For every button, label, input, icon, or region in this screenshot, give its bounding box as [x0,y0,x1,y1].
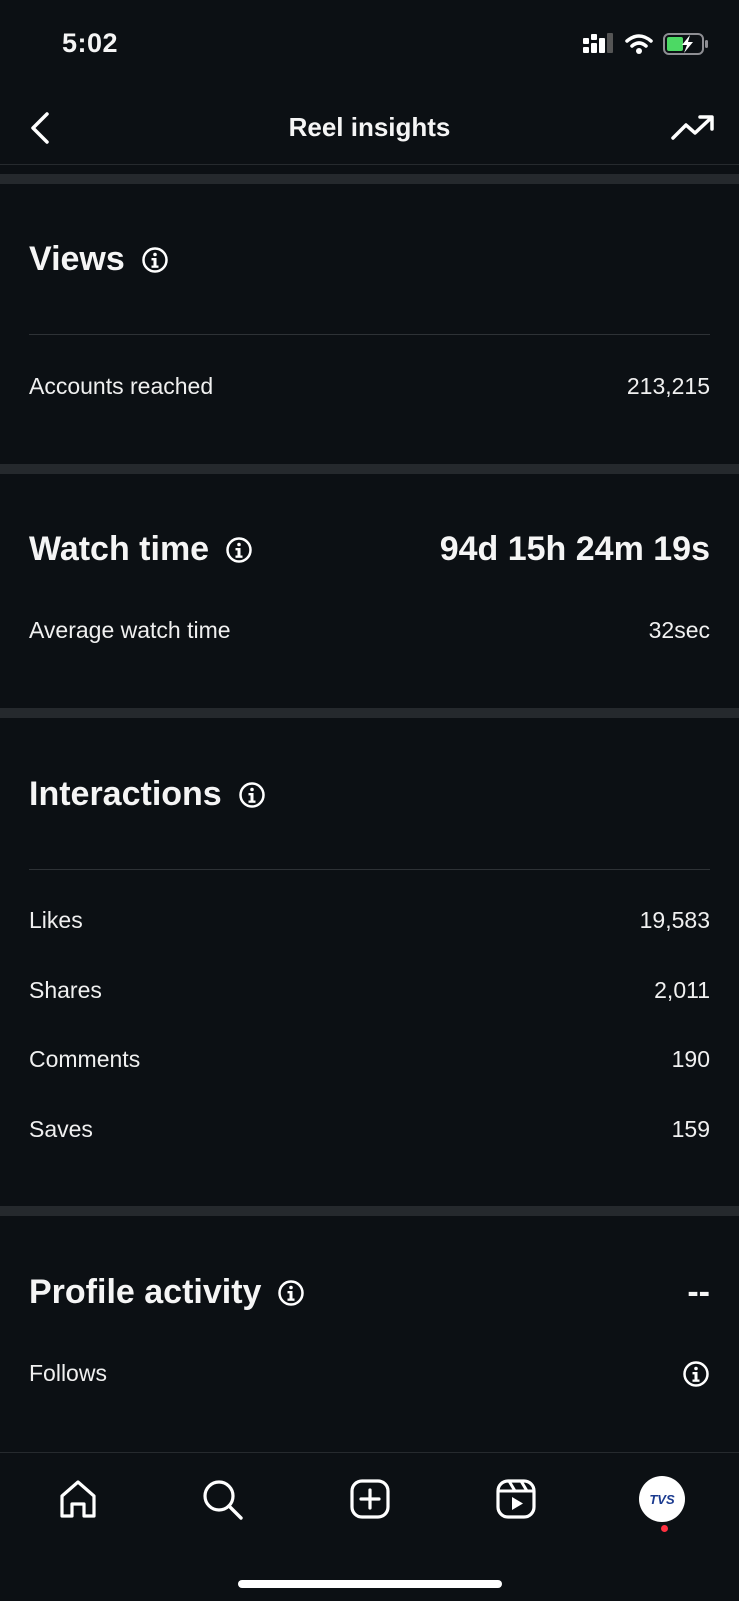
avatar: TVS [639,1476,685,1522]
watch-time-total: 94d 15h 24m 19s [439,530,710,568]
average-watch-time-label: Average watch time [29,617,231,643]
interactions-title: Interactions [29,775,222,813]
nav-search[interactable] [196,1473,248,1525]
profile-activity-title: Profile activity [29,1273,262,1311]
profile-activity-value: -- [687,1273,710,1311]
likes-value: 19,583 [639,907,710,933]
section-divider [0,1206,739,1216]
interactions-separator [29,869,710,870]
status-bar: 5:02 [0,0,739,92]
header: Reel insights [0,92,739,165]
bottom-nav: TVS [0,1452,739,1601]
page-title: Reel insights [288,112,451,142]
avatar-logo-text: TVS [649,1491,675,1507]
trending-up-icon [671,115,714,140]
shares-value: 2,011 [654,977,710,1003]
likes-label: Likes [29,907,83,933]
nav-create[interactable] [344,1473,396,1525]
follows-info-icon[interactable] [682,1360,710,1388]
wifi-icon [625,34,653,54]
average-watch-time-value: 32sec [648,617,710,643]
info-icon[interactable] [238,781,266,809]
profile-activity-section-title: Profile activity [29,1273,305,1312]
follows-label: Follows [29,1360,107,1386]
home-indicator [238,1580,502,1588]
comments-value: 190 [671,1046,710,1072]
views-title: Views [29,240,125,278]
info-icon[interactable] [277,1279,305,1307]
views-separator [29,334,710,335]
info-icon[interactable] [225,536,253,564]
shares-label: Shares [29,977,102,1003]
section-divider [0,464,739,474]
battery-icon [663,33,708,55]
home-icon [60,1480,96,1518]
reels-icon [496,1479,536,1519]
comments-label: Comments [29,1046,141,1072]
trend-button[interactable] [669,106,717,150]
watch-time-section-title: Watch time [29,530,253,569]
status-icons [583,32,709,56]
nav-reels[interactable] [490,1473,542,1525]
nav-profile[interactable]: TVS [636,1473,688,1525]
notification-dot [661,1525,668,1532]
watch-time-title: Watch time [29,530,210,568]
signal-icon [583,33,613,53]
search-icon [203,1480,243,1520]
status-time: 5:02 [62,28,119,58]
section-divider [0,174,739,184]
views-section-title: Views [29,240,169,279]
nav-home[interactable] [52,1473,104,1525]
interactions-section-title: Interactions [29,775,266,814]
create-icon [350,1479,390,1519]
info-icon[interactable] [141,246,169,274]
section-divider [0,708,739,718]
saves-value: 159 [671,1116,710,1142]
accounts-reached-value: 213,215 [626,373,710,399]
saves-label: Saves [29,1116,93,1142]
accounts-reached-label: Accounts reached [29,373,214,399]
